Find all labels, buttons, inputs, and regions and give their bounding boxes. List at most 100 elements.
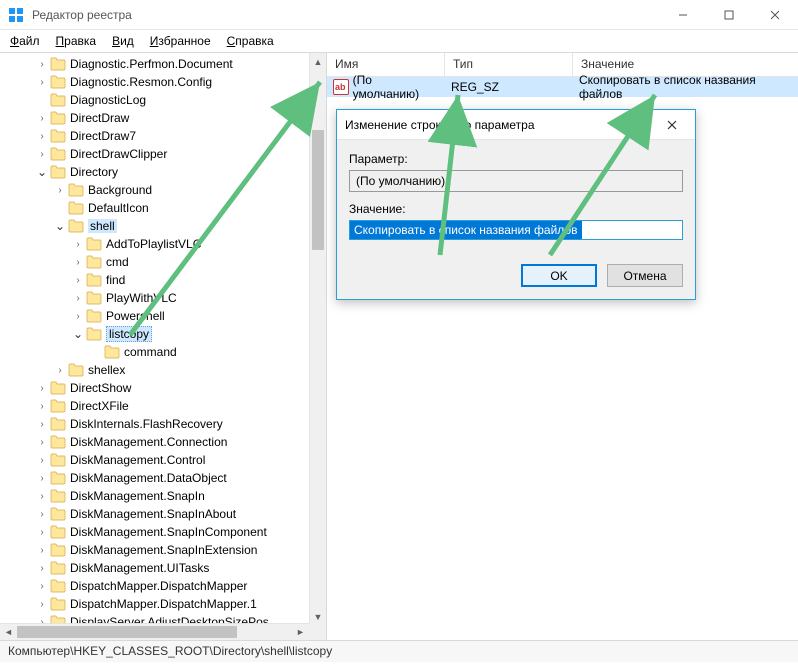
maximize-button[interactable] xyxy=(706,0,752,30)
tree-item[interactable]: ›DirectShow xyxy=(0,379,326,397)
tree-item[interactable]: ›DiskManagement.DataObject xyxy=(0,469,326,487)
scroll-up-icon[interactable]: ▲ xyxy=(310,53,326,70)
tree-item[interactable]: › DiskManagement.UITasks xyxy=(0,559,326,577)
tree-item[interactable]: › DiskManagement.Control xyxy=(0,451,326,469)
folder-icon xyxy=(50,525,66,539)
param-label: Параметр: xyxy=(349,152,683,166)
column-header-type[interactable]: Тип xyxy=(445,53,573,76)
tree-item[interactable]: › DirectXFile xyxy=(0,397,326,415)
tree-scrollbar-horizontal[interactable]: ◄ ► xyxy=(0,623,309,640)
chevron-right-icon[interactable]: › xyxy=(36,527,48,538)
chevron-right-icon[interactable]: › xyxy=(36,581,48,592)
folder-icon xyxy=(50,597,66,611)
menu-edit[interactable]: Правка xyxy=(56,34,97,48)
chevron-right-icon[interactable]: › xyxy=(72,311,84,322)
tree-item[interactable]: ›DispatchMapper.DispatchMapper.1 xyxy=(0,595,326,613)
tree-item[interactable]: › Powershell xyxy=(0,307,326,325)
tree-item-label: cmd xyxy=(106,255,129,269)
tree-item-label: DiskManagement.Connection xyxy=(70,435,227,449)
tree-item[interactable]: ›DiskManagement.SnapInExtension xyxy=(0,541,326,559)
tree-item[interactable]: ⌄shell xyxy=(0,217,326,235)
ok-button[interactable]: OK xyxy=(521,264,597,287)
chevron-right-icon[interactable]: › xyxy=(54,185,66,196)
tree-item[interactable]: ›DirectDraw xyxy=(0,109,326,127)
tree-item-label: DiskManagement.Control xyxy=(70,453,205,467)
titlebar: Редактор реестра xyxy=(0,0,798,30)
chevron-right-icon[interactable]: › xyxy=(36,59,48,70)
folder-icon xyxy=(68,363,84,377)
tree-item[interactable]: ›DiskManagement.SnapInComponent xyxy=(0,523,326,541)
chevron-right-icon[interactable]: › xyxy=(36,113,48,124)
tree-item[interactable]: ⌄Directory xyxy=(0,163,326,181)
tree-item[interactable]: ›DispatchMapper.DispatchMapper xyxy=(0,577,326,595)
chevron-right-icon[interactable]: › xyxy=(36,419,48,430)
tree-item[interactable]: ›shellex xyxy=(0,361,326,379)
chevron-right-icon[interactable]: › xyxy=(36,455,48,466)
edit-string-dialog: Изменение строкового параметра Параметр:… xyxy=(336,109,696,300)
tree-item[interactable]: › cmd xyxy=(0,253,326,271)
folder-icon xyxy=(68,183,84,197)
minimize-button[interactable] xyxy=(660,0,706,30)
folder-icon xyxy=(50,93,66,107)
tree-scrollbar-vertical[interactable]: ▲ ▼ xyxy=(309,53,326,625)
scroll-track-h[interactable] xyxy=(17,624,292,640)
tree-item[interactable]: ⌄listcopy xyxy=(0,325,326,343)
menu-help[interactable]: Справка xyxy=(227,34,274,48)
tree[interactable]: ›Diagnostic.Perfmon.Document›Diagnostic.… xyxy=(0,53,326,625)
chevron-right-icon[interactable]: › xyxy=(36,149,48,160)
scroll-thumb-h[interactable] xyxy=(17,626,237,638)
value-field[interactable]: Скопировать в список названия файлов xyxy=(349,220,683,240)
tree-item-label: DirectXFile xyxy=(70,399,129,413)
tree-item[interactable]: ›Background xyxy=(0,181,326,199)
tree-item[interactable]: DiagnosticLog xyxy=(0,91,326,109)
chevron-right-icon[interactable]: › xyxy=(36,401,48,412)
scroll-left-icon[interactable]: ◄ xyxy=(0,624,17,640)
tree-item[interactable]: ›DirectDrawClipper xyxy=(0,145,326,163)
scroll-track[interactable] xyxy=(310,70,326,608)
close-button[interactable] xyxy=(752,0,798,30)
dialog-titlebar[interactable]: Изменение строкового параметра xyxy=(337,110,695,140)
chevron-right-icon[interactable]: › xyxy=(36,473,48,484)
dialog-close-button[interactable] xyxy=(657,117,687,133)
tree-item-label: DiskManagement.UITasks xyxy=(70,561,209,575)
scroll-right-icon[interactable]: ► xyxy=(292,624,309,640)
chevron-right-icon[interactable]: › xyxy=(72,293,84,304)
chevron-right-icon[interactable]: › xyxy=(72,275,84,286)
tree-item[interactable]: ›Diagnostic.Perfmon.Document xyxy=(0,55,326,73)
statusbar: Компьютер\HKEY_CLASSES_ROOT\Directory\sh… xyxy=(0,640,798,662)
chevron-right-icon[interactable]: › xyxy=(72,239,84,250)
tree-item-label: Powershell xyxy=(106,309,165,323)
chevron-right-icon[interactable]: › xyxy=(36,509,48,520)
chevron-right-icon[interactable]: › xyxy=(36,491,48,502)
tree-item[interactable]: ›find xyxy=(0,271,326,289)
cancel-button[interactable]: Отмена xyxy=(607,264,683,287)
tree-item[interactable]: › DiskManagement.Connection xyxy=(0,433,326,451)
tree-item[interactable]: ›DirectDraw7 xyxy=(0,127,326,145)
chevron-down-icon[interactable]: ⌄ xyxy=(36,165,48,179)
list-row[interactable]: (По умолчанию) REG_SZ Скопировать в спис… xyxy=(327,77,798,97)
tree-item[interactable]: ›Diagnostic.Resmon.Config xyxy=(0,73,326,91)
chevron-right-icon[interactable]: › xyxy=(54,365,66,376)
folder-icon xyxy=(50,147,66,161)
chevron-right-icon[interactable]: › xyxy=(36,383,48,394)
chevron-right-icon[interactable]: › xyxy=(36,437,48,448)
menu-view[interactable]: Вид xyxy=(112,34,134,48)
menu-favorites[interactable]: Избранное xyxy=(150,34,211,48)
tree-item[interactable]: DefaultIcon xyxy=(0,199,326,217)
chevron-right-icon[interactable]: › xyxy=(36,563,48,574)
tree-item[interactable]: ›DiskManagement.SnapInAbout xyxy=(0,505,326,523)
chevron-down-icon[interactable]: ⌄ xyxy=(72,327,84,341)
chevron-right-icon[interactable]: › xyxy=(36,77,48,88)
tree-item[interactable]: command xyxy=(0,343,326,361)
tree-item[interactable]: ›DiskInternals.FlashRecovery xyxy=(0,415,326,433)
menu-file[interactable]: Файл xyxy=(10,34,40,48)
chevron-down-icon[interactable]: ⌄ xyxy=(54,219,66,233)
tree-item[interactable]: ›AddToPlaylistVLC xyxy=(0,235,326,253)
tree-item[interactable]: ›PlayWithVLC xyxy=(0,289,326,307)
chevron-right-icon[interactable]: › xyxy=(36,131,48,142)
chevron-right-icon[interactable]: › xyxy=(72,257,84,268)
scroll-thumb[interactable] xyxy=(312,130,324,250)
chevron-right-icon[interactable]: › xyxy=(36,545,48,556)
tree-item[interactable]: ›DiskManagement.SnapIn xyxy=(0,487,326,505)
chevron-right-icon[interactable]: › xyxy=(36,599,48,610)
